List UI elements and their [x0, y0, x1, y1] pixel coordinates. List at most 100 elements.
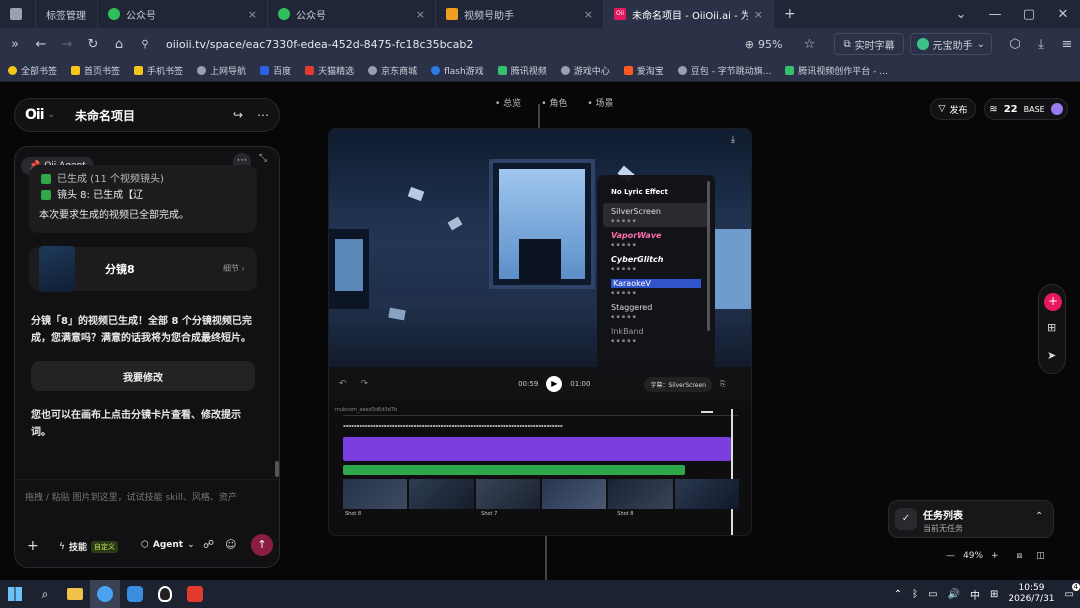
close-icon[interactable]: ×: [248, 8, 257, 21]
bookmark-item[interactable]: 京东商城: [368, 64, 417, 77]
subtitle-style-button[interactable]: 字幕：SilverScreen: [644, 376, 712, 392]
back-button[interactable]: ←: [28, 37, 54, 52]
emoji-icon[interactable]: ☺: [225, 538, 236, 551]
video-preview[interactable]: ⤓ No Lyric Effect SilverScreen ▪▪▪▪▪ Vapo…: [329, 129, 751, 371]
bookmark-item[interactable]: 上网导航: [197, 64, 246, 77]
video-clip[interactable]: [674, 479, 739, 509]
ime-indicator[interactable]: 中: [970, 587, 980, 602]
play-button[interactable]: ▶: [546, 376, 563, 392]
lyric-option[interactable]: Staggered ▪▪▪▪▪: [611, 299, 701, 323]
app-logo[interactable]: Oii: [25, 107, 44, 123]
video-clip[interactable]: [475, 479, 540, 509]
forward-button[interactable]: →: [54, 37, 80, 52]
bookmark-item[interactable]: 百度: [260, 64, 291, 77]
chevron-down-icon[interactable]: ⌄: [944, 7, 978, 22]
reload-button[interactable]: ↻: [80, 37, 106, 52]
browser-tab[interactable]: 视频号助手 ×: [436, 0, 604, 28]
redo-icon[interactable]: ↷: [361, 379, 369, 389]
chevron-down-icon[interactable]: ⌄: [48, 110, 56, 120]
agent-mode-select[interactable]: ⬡ Agent ⌄: [141, 540, 195, 550]
project-title[interactable]: 未命名项目: [75, 107, 135, 124]
chevron-up-icon[interactable]: ⌃: [1035, 511, 1043, 522]
ime-mode-icon[interactable]: ⊞: [990, 589, 998, 600]
lyric-option[interactable]: VaporWave ▪▪▪▪▪: [611, 227, 701, 251]
browser-tab-active[interactable]: Oii未命名项目 - OiiOii.ai - 为你闪×: [604, 0, 774, 28]
sidebar-toggle-icon[interactable]: »: [2, 37, 28, 52]
extensions-icon[interactable]: ⬡: [1002, 37, 1028, 52]
avatar[interactable]: [1050, 103, 1063, 115]
notification-icon[interactable]: ▭ 4: [1065, 582, 1080, 600]
collapse-icon[interactable]: ⤡: [259, 153, 267, 164]
modify-button[interactable]: 我要修改: [31, 361, 255, 391]
shot-card[interactable]: 分镜8 细节 ›: [29, 246, 257, 292]
browser-tab[interactable]: 标签管理: [36, 0, 98, 28]
lyric-option[interactable]: CyberGlitch ▪▪▪▪▪: [611, 251, 701, 275]
favorite-star-icon[interactable]: ☆: [796, 37, 822, 52]
layout-icon[interactable]: ⊞: [1047, 321, 1056, 334]
browser-tab[interactable]: 公众号 ×: [268, 0, 436, 28]
windows-start-icon[interactable]: [0, 580, 30, 608]
audio-track[interactable]: [343, 437, 731, 461]
video-clip[interactable]: [343, 479, 408, 509]
bookmark-item[interactable]: 手机书签: [134, 64, 183, 77]
volume-icon[interactable]: 🔊: [948, 589, 960, 600]
maximize-button[interactable]: ▢: [1012, 7, 1046, 22]
zoom-in-button[interactable]: +: [991, 551, 999, 561]
menu-icon[interactable]: ≡: [1054, 37, 1080, 52]
no-lyric-effect-option[interactable]: No Lyric Effect: [611, 181, 701, 203]
app-taskbar-icon[interactable]: [120, 580, 150, 608]
network-icon[interactable]: ▭: [928, 589, 937, 600]
video-clip[interactable]: [409, 479, 474, 509]
bookmark-item[interactable]: 豆包 - 字节跳动旗...: [677, 64, 771, 77]
skill-button[interactable]: ϟ 技能 自定义: [59, 540, 118, 553]
tab-overview-button[interactable]: [0, 0, 36, 28]
tab-scenes[interactable]: • 场景: [587, 96, 613, 109]
close-icon[interactable]: ×: [416, 8, 425, 21]
cursor-icon[interactable]: ➤: [1047, 349, 1056, 362]
zoom-out-button[interactable]: —: [946, 551, 955, 561]
site-info-icon[interactable]: ⚲: [132, 39, 158, 50]
clock[interactable]: 10:59 2026/7/31: [1008, 583, 1054, 605]
minimize-button[interactable]: —: [978, 7, 1012, 22]
close-icon[interactable]: ×: [754, 8, 763, 21]
lyric-option[interactable]: InkBand ▪▪▪▪▪: [611, 323, 701, 347]
lyric-option[interactable]: KaraokeV ▪▪▪▪▪: [611, 275, 701, 299]
qq-icon[interactable]: [150, 580, 180, 608]
chevron-up-icon[interactable]: ⌃: [894, 589, 902, 600]
bookmark-item[interactable]: 首页书签: [71, 64, 120, 77]
url-input[interactable]: oiioii.tv/space/eac7330f-edea-452d-8475-…: [166, 38, 745, 51]
credits-badge[interactable]: ≋ 22 BASE: [984, 98, 1068, 120]
file-explorer-icon[interactable]: [60, 580, 90, 608]
download-icon[interactable]: ⤓: [731, 135, 735, 145]
lyrics-track[interactable]: ▪▪▪▪▪▪▪▪▪▪▪▪▪▪▪▪▪▪▪▪▪▪▪▪▪▪▪▪▪▪▪▪▪▪▪▪▪▪▪▪…: [343, 423, 739, 429]
tab-overview[interactable]: • 总览: [495, 96, 521, 109]
live-caption-button[interactable]: ⧉ 实时字幕: [834, 33, 904, 55]
add-node-button[interactable]: +: [1044, 293, 1062, 311]
bluetooth-icon[interactable]: ᛒ: [912, 589, 918, 600]
map-icon[interactable]: ⧈: [1017, 551, 1023, 561]
yuanbao-assistant-button[interactable]: 元宝助手 ⌄: [909, 33, 992, 55]
wps-icon[interactable]: [180, 580, 210, 608]
lyric-option-selected[interactable]: SilverScreen ▪▪▪▪▪: [603, 203, 709, 227]
shot-details-link[interactable]: 细节 ›: [223, 263, 245, 274]
export-icon[interactable]: ⎘: [720, 380, 726, 389]
bookmark-item[interactable]: 天猫精选: [305, 64, 354, 77]
people-icon[interactable]: ☍: [203, 538, 214, 551]
close-icon[interactable]: ×: [584, 8, 593, 21]
browser-tab[interactable]: 公众号 ×: [98, 0, 268, 28]
video-clip[interactable]: [608, 479, 673, 509]
bookmark-item[interactable]: 爱淘宝: [623, 64, 664, 77]
publish-button[interactable]: ▽ 发布: [930, 98, 976, 120]
new-tab-button[interactable]: +: [774, 0, 800, 28]
subtitle-track[interactable]: [343, 465, 685, 475]
browser-taskbar-icon[interactable]: [90, 580, 120, 608]
share-icon[interactable]: ↪: [233, 108, 243, 122]
undo-icon[interactable]: ↶: [339, 379, 347, 389]
chat-input[interactable]: 拖拽 / 粘贴 图片到这里，试试技能 skill、风格、资产: [25, 490, 263, 506]
tab-characters[interactable]: • 角色: [541, 96, 567, 109]
search-icon[interactable]: ⌕: [30, 580, 60, 608]
download-icon[interactable]: ⤓: [1028, 37, 1054, 52]
more-icon[interactable]: ⋯: [257, 108, 269, 122]
home-button[interactable]: ⌂: [106, 37, 132, 52]
scrollbar[interactable]: [275, 461, 279, 477]
